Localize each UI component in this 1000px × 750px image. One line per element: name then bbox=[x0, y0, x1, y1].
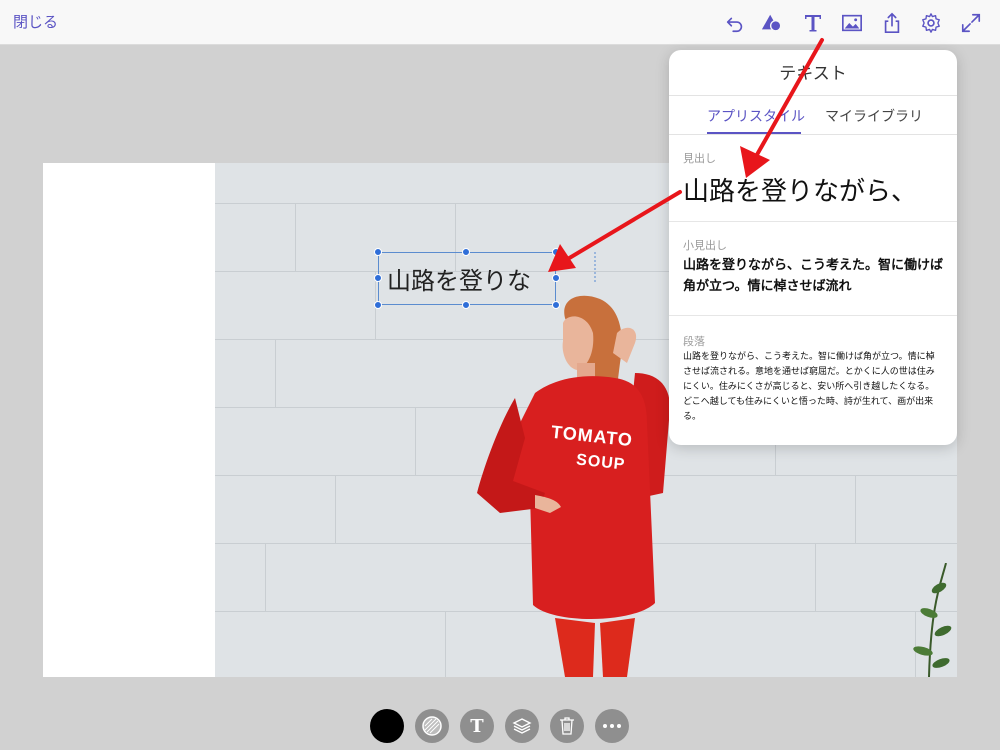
undo-icon[interactable] bbox=[722, 10, 748, 36]
resize-handle-bottom-left[interactable] bbox=[374, 301, 382, 309]
tab-app-styles[interactable]: アプリスタイル bbox=[707, 106, 805, 126]
style-subheading-sample: 山路を登りながら、こう考えた。智に働けば角が立つ。情に棹させば流れ bbox=[683, 258, 944, 294]
shapes-icon[interactable] bbox=[759, 10, 785, 36]
color-swatch-icon[interactable] bbox=[370, 709, 404, 743]
resize-handle-top[interactable] bbox=[462, 248, 470, 256]
style-paragraph-sample: 山路を登りながら、こう考えた。智に働けば角が立つ。情に棹させば流される。意地を通… bbox=[683, 352, 935, 422]
settings-icon[interactable] bbox=[918, 10, 944, 36]
resize-handle-bottom-right[interactable] bbox=[552, 301, 560, 309]
text-box-drag-guide[interactable] bbox=[594, 252, 598, 282]
top-toolbar: 閉じる bbox=[0, 0, 1000, 45]
style-heading-sample: 山路を登りながら、 bbox=[683, 177, 918, 207]
layers-icon[interactable] bbox=[505, 709, 539, 743]
resize-handle-left[interactable] bbox=[374, 274, 382, 282]
text-style-icon[interactable]: T bbox=[460, 709, 494, 743]
popover-title: テキスト bbox=[779, 64, 847, 84]
resize-handle-top-right[interactable] bbox=[552, 248, 560, 256]
fill-pattern-icon[interactable] bbox=[415, 709, 449, 743]
text-style-popover: テキスト アプリスタイル マイライブラリ 見出し 山路を登りながら、 小見出し … bbox=[669, 50, 957, 445]
style-paragraph[interactable]: 段落 山路を登りながら、こう考えた。智に働けば角が立つ。情に棹させば流される。意… bbox=[669, 316, 957, 445]
selected-text-content: 山路を登りな bbox=[387, 267, 531, 295]
text-style-glyph: T bbox=[470, 715, 484, 737]
close-button[interactable]: 閉じる bbox=[13, 11, 58, 32]
style-heading[interactable]: 見出し 山路を登りながら、 bbox=[669, 136, 957, 222]
style-subheading-label: 小見出し bbox=[683, 239, 727, 252]
fullscreen-icon[interactable] bbox=[958, 10, 984, 36]
plant-leaves bbox=[913, 563, 952, 677]
more-icon[interactable] bbox=[595, 709, 629, 743]
image-icon[interactable] bbox=[839, 10, 865, 36]
resize-handle-right[interactable] bbox=[552, 274, 560, 282]
text-icon[interactable] bbox=[800, 10, 826, 36]
share-icon[interactable] bbox=[879, 10, 905, 36]
popover-tabs: アプリスタイル マイライブラリ bbox=[669, 95, 957, 135]
style-paragraph-label: 段落 bbox=[683, 335, 705, 348]
tab-my-library[interactable]: マイライブラリ bbox=[825, 106, 923, 126]
bottom-toolbar: T bbox=[0, 703, 1000, 750]
style-subheading[interactable]: 小見出し 山路を登りながら、こう考えた。智に働けば角が立つ。情に棹させば流れ bbox=[669, 222, 957, 316]
active-tab-indicator bbox=[707, 132, 801, 134]
selected-text-box[interactable]: 山路を登りな bbox=[378, 252, 556, 305]
resize-handle-top-left[interactable] bbox=[374, 248, 382, 256]
trash-icon[interactable] bbox=[550, 709, 584, 743]
style-heading-label: 見出し bbox=[683, 152, 716, 165]
resize-handle-bottom[interactable] bbox=[462, 301, 470, 309]
